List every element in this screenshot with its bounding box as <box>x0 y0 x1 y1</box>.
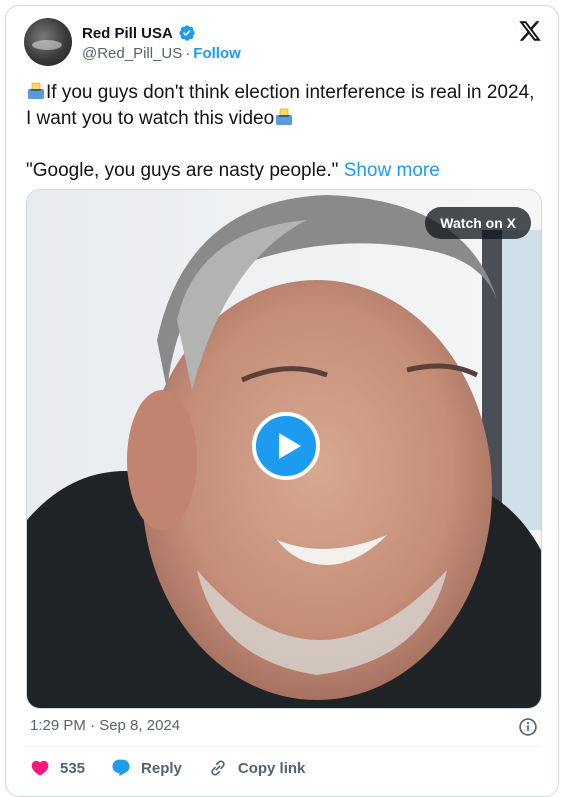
tweet-text-line2: "Google, you guys are nasty people." Sho… <box>26 158 536 184</box>
tweet-timestamp[interactable]: 1:29 PM · Sep 8, 2024 <box>30 717 180 734</box>
copy-link-label: Copy link <box>237 759 306 777</box>
link-icon <box>211 760 225 776</box>
separator-dot: · <box>185 45 191 62</box>
reply-bubble-icon <box>112 759 130 777</box>
divider <box>26 746 540 747</box>
handle-row: @Red_Pill_US · Follow <box>82 45 241 62</box>
heart-icon <box>31 760 49 776</box>
tweet-actions: 535 Reply Copy link <box>30 758 331 778</box>
ballot-box-emoji-icon <box>276 108 293 125</box>
watch-on-x-button[interactable]: Watch on X <box>425 207 531 239</box>
display-name[interactable]: Red Pill USA <box>82 25 173 42</box>
verified-badge-icon <box>179 25 195 41</box>
tweet-text-line1: If you guys don't think election interfe… <box>26 80 536 132</box>
tweet-text: If you guys don't think election interfe… <box>26 80 536 184</box>
account-name-row[interactable]: Red Pill USA <box>82 24 196 42</box>
tweet-quote: "Google, you guys are nasty people." <box>26 160 339 181</box>
avatar[interactable] <box>24 18 72 66</box>
x-logo-icon[interactable] <box>518 19 542 43</box>
video-player[interactable]: Watch on X <box>26 189 542 709</box>
follow-button[interactable]: Follow <box>193 45 241 62</box>
info-icon[interactable] <box>518 717 538 737</box>
copy-link-button[interactable]: Copy link <box>208 758 306 778</box>
show-more-link[interactable]: Show more <box>344 160 440 181</box>
account-handle[interactable]: @Red_Pill_US <box>82 45 182 62</box>
like-count: 535 <box>60 759 86 777</box>
play-icon[interactable] <box>252 412 320 480</box>
reply-button[interactable]: Reply <box>111 758 182 778</box>
reply-label: Reply <box>141 759 182 777</box>
like-button[interactable]: 535 <box>30 758 85 778</box>
tweet-card: Red Pill USA @Red_Pill_US · Follow If yo… <box>5 5 559 797</box>
ballot-box-emoji-icon <box>28 82 44 99</box>
